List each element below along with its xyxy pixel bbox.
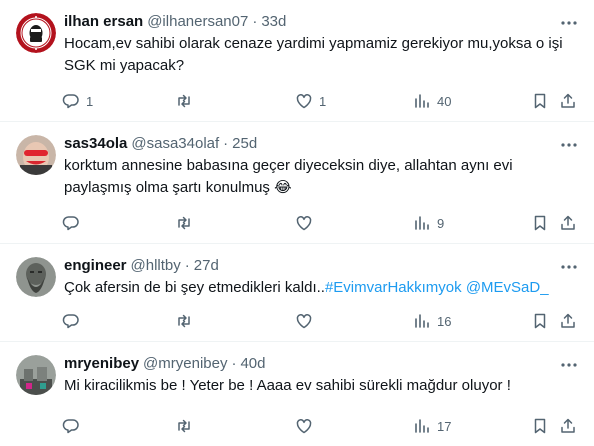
hashtag-link[interactable]: #EvimvarHakkımyok <box>325 279 462 296</box>
share-button[interactable] <box>559 91 577 111</box>
tweet-text: Hocam,ev sahibi olarak cenaze yardimi ya… <box>64 35 567 74</box>
like-count: 1 <box>319 93 327 109</box>
tweet-header: sas34ola @sasa34olaf · 25d <box>64 134 578 154</box>
like-button[interactable] <box>295 416 319 436</box>
reply-tweet[interactable]: ilhan ersan @ilhanersan07 · 33d Hocam,ev… <box>0 0 594 122</box>
avatar[interactable] <box>16 135 56 175</box>
tweet-actions: 1 1 40 <box>56 91 584 111</box>
tweet-header: engineer @hlltby · 27d <box>64 256 578 276</box>
views-button[interactable]: 16 <box>413 311 451 331</box>
reply-icon <box>62 419 79 434</box>
heart-icon <box>296 216 312 231</box>
avatar[interactable] <box>16 13 56 53</box>
tweet-header: mryenibey @mryenibey · 40d <box>64 354 578 374</box>
more-options-icon[interactable] <box>560 14 578 32</box>
share-button[interactable] <box>559 213 577 233</box>
reply-button[interactable] <box>62 416 86 436</box>
retweet-button[interactable] <box>175 416 199 436</box>
tweet-text: Çok afersin de bi şey etmedikleri kaldı.… <box>64 277 578 299</box>
display-name[interactable]: engineer <box>64 256 127 276</box>
share-icon <box>561 418 575 433</box>
timestamp[interactable]: 27d <box>194 256 219 276</box>
share-icon <box>561 313 575 328</box>
reply-tweet[interactable]: mryenibey @mryenibey · 40d Mi kiracilikm… <box>0 342 594 446</box>
reply-button[interactable] <box>62 311 86 331</box>
reply-tweet[interactable]: sas34ola @sasa34olaf · 25d korktum annes… <box>0 122 594 244</box>
bookmark-icon <box>534 418 546 434</box>
timestamp[interactable]: 40d <box>240 354 265 374</box>
separator-dot: · <box>223 135 229 152</box>
tweet-actions: 16 <box>56 311 584 331</box>
retweet-icon <box>178 314 190 328</box>
views-chart-icon <box>415 419 429 433</box>
views-chart-icon <box>415 216 429 230</box>
like-button[interactable] <box>295 213 319 233</box>
display-name[interactable]: ilhan ersan <box>64 12 143 32</box>
separator-dot: · <box>231 355 237 372</box>
share-button[interactable] <box>559 311 577 331</box>
user-handle[interactable]: @sasa34olaf <box>131 134 219 154</box>
tweet-text: korktum annesine babasına geçer diyeceks… <box>64 157 517 196</box>
heart-icon <box>296 94 312 109</box>
views-button[interactable]: 9 <box>413 213 444 233</box>
reply-icon <box>62 216 79 231</box>
reply-tweet[interactable]: engineer @hlltby · 27d Çok afersin de bi… <box>0 244 594 342</box>
tweet-text-body: Çok afersin de bi şey etmedikleri kaldı.… <box>64 279 325 296</box>
user-handle[interactable]: @ilhanersan07 <box>147 12 248 32</box>
reply-button[interactable] <box>62 213 86 233</box>
replies-feed: ilhan ersan @ilhanersan07 · 33d Hocam,ev… <box>0 0 594 446</box>
bookmark-button[interactable] <box>531 91 549 111</box>
timestamp[interactable]: 25d <box>232 134 257 154</box>
display-name[interactable]: sas34ola <box>64 134 127 154</box>
views-count: 40 <box>437 93 452 109</box>
views-chart-icon <box>415 94 429 108</box>
like-button[interactable]: 1 <box>295 91 326 111</box>
views-count: 17 <box>437 418 452 434</box>
bookmark-icon <box>534 93 546 109</box>
more-options-icon[interactable] <box>560 258 578 276</box>
retweet-button[interactable] <box>175 91 199 111</box>
user-handle[interactable]: @hlltby <box>131 256 181 276</box>
user-handle[interactable]: @mryenibey <box>143 354 227 374</box>
reply-button[interactable]: 1 <box>62 91 93 111</box>
mention-link[interactable]: @MEvSaD_ <box>466 279 549 296</box>
views-button[interactable]: 17 <box>413 416 451 436</box>
bookmark-icon <box>534 215 546 231</box>
heart-icon <box>296 314 312 329</box>
views-button[interactable]: 40 <box>413 91 451 111</box>
share-button[interactable] <box>559 416 577 436</box>
retweet-icon <box>178 419 190 433</box>
reply-icon <box>62 94 79 109</box>
views-chart-icon <box>415 314 429 328</box>
heart-icon <box>296 419 312 434</box>
retweet-icon <box>178 94 190 108</box>
bookmark-button[interactable] <box>531 311 549 331</box>
tweet-header: ilhan ersan @ilhanersan07 · 33d <box>64 12 578 32</box>
tweet-actions: 17 <box>56 416 584 436</box>
like-button[interactable] <box>295 311 319 331</box>
separator-dot: · <box>184 257 190 274</box>
more-options-icon[interactable] <box>560 356 578 374</box>
views-count: 9 <box>437 215 445 231</box>
tweet-text: Mi kiracilikmis be ! Yeter be ! Aaaa ev … <box>64 377 511 394</box>
avatar[interactable] <box>16 257 56 297</box>
reply-icon <box>62 314 79 329</box>
separator-dot: · <box>252 13 258 30</box>
share-icon <box>561 215 575 230</box>
share-icon <box>561 93 575 108</box>
views-count: 16 <box>437 313 452 329</box>
retweet-button[interactable] <box>175 311 199 331</box>
retweet-button[interactable] <box>175 213 199 233</box>
bookmark-icon <box>534 313 546 329</box>
bookmark-button[interactable] <box>531 416 549 436</box>
reply-count: 1 <box>86 93 94 109</box>
avatar[interactable] <box>16 355 56 395</box>
more-options-icon[interactable] <box>560 136 578 154</box>
tweet-actions: 9 <box>56 213 584 233</box>
retweet-icon <box>178 216 190 230</box>
timestamp[interactable]: 33d <box>261 12 286 32</box>
bookmark-button[interactable] <box>531 213 549 233</box>
display-name[interactable]: mryenibey <box>64 354 139 374</box>
